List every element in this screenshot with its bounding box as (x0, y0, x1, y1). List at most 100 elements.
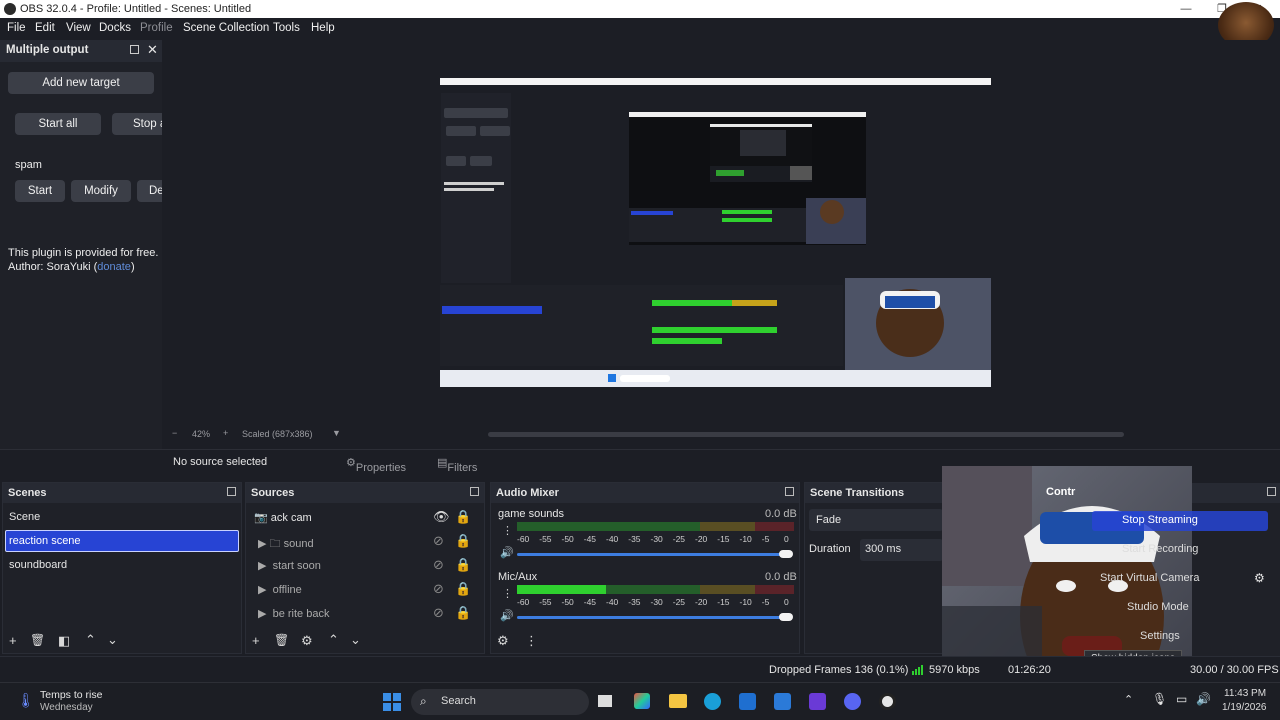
network-icon[interactable]: ▭ (1176, 692, 1187, 706)
audio-mixer-title: Audio Mixer (496, 487, 559, 499)
weather-title[interactable]: Temps to rise (40, 689, 102, 701)
volume-slider[interactable] (517, 553, 787, 556)
undock-mixer-icon[interactable] (785, 487, 794, 496)
expand-icon[interactable]: ▶ (258, 608, 266, 620)
hidden-eye-icon[interactable]: ⊘ (433, 557, 444, 573)
close-dock-icon[interactable]: ✕ (147, 42, 158, 58)
scene-item-label[interactable]: reaction scene (9, 535, 81, 547)
task-view-icon[interactable] (598, 695, 612, 707)
settings-button[interactable]: Settings (1140, 630, 1180, 642)
taskbar-search-label: Search (441, 695, 476, 707)
app-icon[interactable] (774, 693, 791, 710)
scene-filters-icon[interactable]: ◧ (58, 633, 70, 649)
mixer-menu-icon[interactable]: ⋮ (525, 633, 538, 649)
scale-dropdown-icon[interactable]: ▼ (332, 428, 341, 438)
source-properties-icon[interactable]: ⚙ (301, 633, 313, 649)
menu-edit[interactable]: Edit (35, 22, 55, 34)
advanced-audio-icon[interactable]: ⚙ (497, 633, 509, 649)
source-item[interactable]: ▶ be rite back (258, 607, 329, 620)
undock-scenes-icon[interactable] (227, 487, 236, 496)
lock-icon[interactable]: 🔒 (455, 557, 471, 573)
clock-date[interactable]: 1/19/2026 (1222, 702, 1267, 713)
source-item[interactable]: ▶ offline (258, 583, 302, 596)
zoom-out-icon[interactable]: − (172, 428, 177, 438)
hidden-eye-icon[interactable]: ⊘ (433, 581, 444, 597)
menu-scene-collection[interactable]: Scene Collection (183, 22, 269, 34)
lock-icon[interactable]: 🔒 (455, 605, 471, 621)
microphone-icon[interactable]: 🎙 (1152, 692, 1167, 706)
channel-name: game sounds (498, 508, 565, 520)
volume-slider-knob[interactable] (779, 613, 793, 621)
menu-tools[interactable]: Tools (273, 22, 300, 34)
hidden-eye-icon[interactable]: ⊘ (433, 605, 444, 621)
lock-icon[interactable]: 🔒 (455, 581, 471, 597)
filters-button[interactable]: ▤ Filters (437, 456, 477, 474)
copilot-icon[interactable] (634, 693, 650, 709)
add-source-icon[interactable]: + (252, 633, 260, 648)
speaker-icon[interactable]: 🔊 (500, 546, 514, 559)
volume-icon[interactable]: 🔊 (1196, 692, 1211, 706)
undock-controls-icon[interactable] (1267, 487, 1276, 496)
target-modify-button[interactable]: Modify (71, 180, 131, 202)
lock-icon[interactable]: 🔒 (455, 533, 471, 549)
search-icon: ⌕ (420, 694, 427, 708)
taskbar-search-box[interactable] (411, 689, 589, 715)
source-item[interactable]: ▶ 🗀 sound (258, 535, 314, 554)
move-up-icon[interactable]: ⌃ (85, 632, 96, 648)
store-icon[interactable] (739, 693, 756, 710)
undock-icon[interactable] (130, 45, 139, 54)
volume-meter (517, 585, 794, 594)
zoom-in-icon[interactable]: + (223, 428, 228, 438)
properties-button[interactable]: ⚙ Properties (346, 456, 406, 474)
lock-icon[interactable]: 🔒 (455, 509, 471, 525)
edge-icon[interactable] (704, 693, 721, 710)
chevron-up-icon[interactable]: ⌃ (1124, 693, 1133, 706)
file-explorer-icon[interactable] (669, 694, 687, 708)
remove-scene-icon[interactable]: 🗑 (30, 633, 45, 647)
move-down-icon[interactable]: ⌄ (350, 632, 361, 648)
donate-link[interactable]: donate (97, 261, 131, 273)
volume-slider[interactable] (517, 616, 787, 619)
pen-app-icon[interactable] (809, 693, 826, 710)
stop-all-button[interactable]: Stop a (112, 113, 162, 135)
channel-menu-icon[interactable]: ⋮ (502, 587, 513, 600)
target-start-button[interactable]: Start (15, 180, 65, 202)
studio-mode-button[interactable]: Studio Mode (1127, 601, 1189, 613)
scene-item[interactable]: Scene (9, 511, 40, 523)
scene-item[interactable]: soundboard (9, 559, 67, 571)
move-down-icon[interactable]: ⌄ (107, 632, 118, 648)
add-new-target-button[interactable]: Add new target (8, 72, 154, 94)
discord-icon[interactable] (844, 693, 861, 710)
menu-docks[interactable]: Docks (99, 22, 131, 34)
undock-sources-icon[interactable] (470, 487, 479, 496)
hidden-eye-icon[interactable]: ⊘ (433, 533, 444, 549)
obs-taskbar-icon[interactable] (879, 693, 896, 710)
menu-help[interactable]: Help (311, 22, 335, 34)
weather-subtitle[interactable]: Wednesday (40, 702, 93, 713)
target-delete-button[interactable]: De (137, 180, 162, 202)
add-scene-icon[interactable]: + (9, 633, 17, 648)
visibility-eye-icon[interactable]: 👁 (433, 509, 450, 525)
volume-slider-knob[interactable] (779, 550, 793, 558)
scale-mode[interactable]: Scaled (687x386) (242, 429, 313, 439)
source-item[interactable]: ▶ start soon (258, 559, 321, 572)
menu-view[interactable]: View (66, 22, 91, 34)
channel-menu-icon[interactable]: ⋮ (502, 524, 513, 537)
start-recording-button[interactable]: Start Recording (1122, 543, 1198, 555)
controls-settings-icon[interactable]: ⚙ (1254, 571, 1265, 585)
minimize-button[interactable]: — (1168, 0, 1204, 18)
start-virtual-camera-button[interactable]: Start Virtual Camera (1100, 572, 1199, 584)
speaker-icon[interactable]: 🔊 (500, 609, 514, 622)
source-item[interactable]: 📷 ack cam (254, 511, 312, 524)
menu-file[interactable]: File (7, 22, 26, 34)
move-up-icon[interactable]: ⌃ (328, 632, 339, 648)
expand-icon[interactable]: ▶ (258, 584, 266, 596)
remove-source-icon[interactable]: 🗑 (274, 633, 289, 647)
windows-start-icon[interactable] (383, 693, 401, 711)
preview-horizontal-scrollbar[interactable] (488, 432, 1124, 437)
clock-time[interactable]: 11:43 PM (1224, 688, 1266, 699)
expand-icon[interactable]: ▶ (258, 538, 266, 550)
start-all-button[interactable]: Start all (15, 113, 101, 135)
expand-icon[interactable]: ▶ (258, 560, 266, 572)
menu-profile[interactable]: Profile (140, 22, 173, 34)
